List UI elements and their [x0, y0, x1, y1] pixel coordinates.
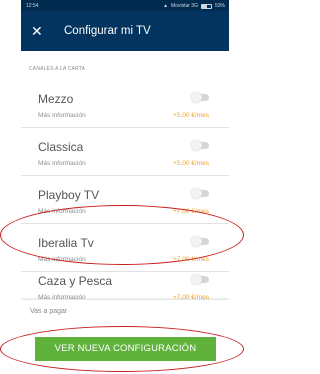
- toggle-knob: [191, 188, 202, 199]
- channel-toggle[interactable]: [191, 274, 209, 285]
- status-right: ▲ Movistar 3G 53%: [163, 3, 225, 9]
- total-label: Vas a pagar: [30, 308, 68, 315]
- toggle-knob: [191, 274, 202, 285]
- carrier-name: Movistar 3G: [171, 3, 198, 9]
- page-title: Configurar mi TV: [64, 25, 151, 37]
- channel-toggle[interactable]: [191, 188, 209, 199]
- toggle-knob: [191, 236, 202, 247]
- battery-icon: [200, 3, 212, 9]
- toggle-knob: [191, 140, 202, 151]
- channel-toggle[interactable]: [191, 92, 209, 103]
- channel-name: Caza y Pesca: [38, 274, 113, 288]
- section-label: CANALES A LA CARTA: [29, 66, 86, 72]
- channel-price: +7,00 €/mes: [173, 208, 209, 215]
- more-info-link[interactable]: Más información: [38, 160, 86, 167]
- status-time: 12:54: [26, 3, 39, 9]
- footer-bar: Vas a pagar VER NUEVA CONFIGURACIÓN: [21, 300, 229, 374]
- channel-item-mezzo: Mezzo Más información +5,00 €/mes: [21, 80, 229, 128]
- more-info-link[interactable]: Más información: [38, 208, 86, 215]
- channel-name: Iberalia Tv: [38, 236, 94, 250]
- toggle-knob: [191, 92, 202, 103]
- signal-icon: ▲: [163, 3, 169, 9]
- channel-name: Mezzo: [38, 92, 74, 106]
- battery-level: 53%: [214, 3, 225, 9]
- more-info-link[interactable]: Más información: [38, 112, 86, 119]
- channel-name: Classica: [38, 140, 84, 154]
- channel-item-playboy-tv: Playboy TV Más información +7,00 €/mes: [21, 176, 229, 224]
- channel-item-classica: Classica Más información +5,00 €/mes: [21, 128, 229, 176]
- close-icon[interactable]: ✕: [31, 21, 43, 41]
- channel-price: +5,00 €/mes: [173, 160, 209, 167]
- channel-price: +5,00 €/mes: [173, 112, 209, 119]
- status-bar: 12:54 ▲ Movistar 3G 53%: [21, 0, 229, 11]
- view-new-configuration-button[interactable]: VER NUEVA CONFIGURACIÓN: [35, 337, 216, 361]
- app-bar: ✕ Configurar mi TV: [21, 11, 229, 51]
- phone-screen: 12:54 ▲ Movistar 3G 53% ✕ Configurar mi …: [21, 0, 229, 374]
- channel-toggle[interactable]: [191, 140, 209, 151]
- channel-toggle[interactable]: [191, 236, 209, 247]
- channel-name: Playboy TV: [38, 188, 100, 202]
